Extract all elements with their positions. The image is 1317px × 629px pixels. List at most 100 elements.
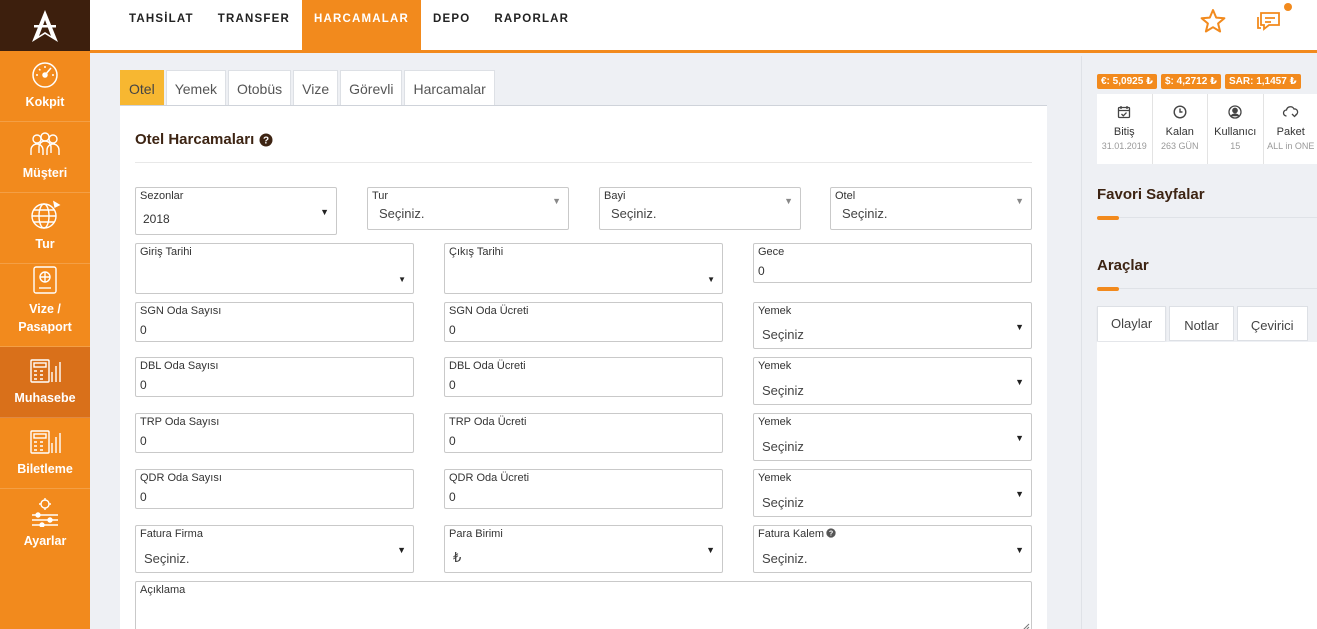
stat-label: Paket: [1276, 126, 1305, 138]
exchange-rates: €: 5,0925 ₺ $: 4,2712 ₺ SAR: 1,1457 ₺: [1097, 74, 1301, 89]
tab-otobus[interactable]: Otobüs: [227, 70, 292, 105]
fatura-firma-select[interactable]: Fatura Firma Seçiniz. ▼: [135, 525, 414, 573]
aciklama-textarea[interactable]: Açıklama: [135, 581, 1032, 629]
tab-gorevli[interactable]: Görevli: [340, 70, 403, 105]
clock-icon: [1173, 105, 1187, 119]
giris-tarihi-input[interactable]: Giriş Tarihi ▼: [135, 243, 414, 294]
sidebar-item-muhasebe[interactable]: Muhasebe: [0, 347, 90, 418]
field-value: Seçiniz.: [842, 206, 888, 221]
field-value: 0: [449, 490, 456, 504]
fatura-kalem-select[interactable]: Fatura Kalem? Seçiniz. ▼: [753, 525, 1032, 573]
messages-icon[interactable]: [1256, 9, 1282, 33]
sidebar-item-label: Ayarlar: [23, 534, 67, 549]
sidebar-item-label: Müşteri: [22, 166, 68, 181]
stat-value: ALL in ONE: [1267, 141, 1315, 151]
field-value: Seçiniz.: [762, 551, 808, 566]
stat-label: Kalan: [1165, 126, 1194, 138]
field-value: 0: [449, 323, 456, 337]
stat-bitis: Bitiş 31.01.2019: [1097, 94, 1153, 164]
trp-oda-ucreti-input[interactable]: TRP Oda Ücreti 0: [444, 413, 723, 453]
topnav-tahsilat[interactable]: TAHSİLAT: [117, 0, 206, 50]
speedometer-icon: [32, 62, 58, 88]
topnav-harcamalar[interactable]: HARCAMALAR: [301, 0, 422, 50]
tool-tabs: Olaylar Notlar Çevirici: [1097, 306, 1311, 341]
topnav-transfer[interactable]: TRANSFER: [206, 0, 302, 50]
svg-text:?: ?: [829, 530, 833, 538]
expense-tabs: Otel Yemek Otobüs Vize Görevli Harcamala…: [120, 70, 497, 106]
dropdown-arrow-icon: ▼: [397, 545, 406, 555]
dropdown-arrow-icon: ▼: [320, 207, 329, 217]
field-label: Para Birimi: [449, 528, 503, 540]
cloud-icon: [1282, 106, 1298, 118]
tur-select[interactable]: Tur Seçiniz. ▼: [367, 187, 569, 230]
bayi-select[interactable]: Bayi Seçiniz. ▼: [599, 187, 801, 230]
sidebar-item-tur[interactable]: Tur: [0, 193, 90, 264]
field-label: SGN Oda Ücreti: [449, 305, 529, 317]
sidebar-item-vize-pasaport[interactable]: Vize / Pasaport: [0, 264, 90, 347]
help-icon[interactable]: ?: [259, 133, 273, 147]
tab-yemek[interactable]: Yemek: [165, 70, 226, 105]
field-label: Fatura Firma: [140, 528, 203, 540]
tools-divider: [1097, 287, 1317, 291]
sgn-yemek-select[interactable]: Yemek Seçiniz ▼: [753, 302, 1032, 349]
field-value: ₺: [453, 550, 462, 565]
otel-select[interactable]: Otel Seçiniz. ▼: [830, 187, 1032, 230]
qdr-yemek-select[interactable]: Yemek Seçiniz ▼: [753, 469, 1032, 517]
ticketing-icon: [30, 430, 61, 454]
cikis-tarihi-input[interactable]: Çıkış Tarihi ▼: [444, 243, 723, 294]
dbl-oda-sayisi-input[interactable]: DBL Oda Sayısı 0: [135, 357, 414, 397]
dropdown-arrow-icon: ▼: [707, 275, 715, 284]
trp-yemek-select[interactable]: Yemek Seçiniz ▼: [753, 413, 1032, 461]
field-label: Yemek: [758, 360, 792, 372]
para-birimi-select[interactable]: Para Birimi ₺ ▼: [444, 525, 723, 573]
calendar-check-icon: [1118, 106, 1131, 119]
tool-tab-cevirici[interactable]: Çevirici: [1236, 306, 1308, 341]
field-label: SGN Oda Sayısı: [140, 305, 222, 317]
rate-eur: €: 5,0925 ₺: [1097, 74, 1157, 89]
field-label: DBL Oda Ücreti: [449, 360, 526, 372]
topnav-raporlar[interactable]: RAPORLAR: [482, 0, 581, 50]
notification-dot: [1284, 3, 1292, 11]
sidebar-item-musteri[interactable]: Müşteri: [0, 122, 90, 193]
trp-oda-sayisi-input[interactable]: TRP Oda Sayısı 0: [135, 413, 414, 453]
tab-otel[interactable]: Otel: [120, 70, 164, 105]
sidebar-item-kokpit[interactable]: Kokpit: [0, 51, 90, 122]
tab-harcamalar[interactable]: Harcamalar: [404, 70, 495, 105]
svg-text:?: ?: [263, 135, 269, 146]
resize-handle-icon[interactable]: [1022, 623, 1030, 629]
card-title: Otel Harcamaları ?: [135, 131, 273, 148]
field-label: Yemek: [758, 416, 792, 428]
qdr-oda-ucreti-input[interactable]: QDR Oda Ücreti 0: [444, 469, 723, 509]
field-label: TRP Oda Ücreti: [449, 416, 527, 428]
sidebar-item-label: Kokpit: [25, 95, 65, 110]
field-label: Yemek: [758, 305, 792, 317]
tool-tab-notlar[interactable]: Notlar: [1169, 306, 1234, 341]
field-value: Seçiniz.: [611, 206, 657, 221]
field-label: QDR Oda Sayısı: [140, 472, 222, 484]
dropdown-arrow-icon: ▼: [552, 196, 561, 206]
stat-label: Kullanıcı: [1214, 126, 1257, 138]
stat-kullanici: Kullanıcı 15: [1208, 94, 1264, 164]
help-icon[interactable]: ?: [826, 528, 836, 538]
star-icon[interactable]: [1200, 8, 1226, 34]
top-bar: TAHSİLAT TRANSFER HARCAMALAR DEPO RAPORL…: [90, 0, 1317, 53]
sgn-oda-ucreti-input[interactable]: SGN Oda Ücreti 0: [444, 302, 723, 342]
sidebar-item-biletleme[interactable]: Biletleme: [0, 418, 90, 489]
accounting-icon: [30, 359, 61, 383]
dbl-yemek-select[interactable]: Yemek Seçiniz ▼: [753, 357, 1032, 405]
logo[interactable]: [0, 0, 90, 51]
topnav-depo[interactable]: DEPO: [421, 0, 482, 50]
field-label: Gece: [758, 246, 785, 258]
qdr-oda-sayisi-input[interactable]: QDR Oda Sayısı 0: [135, 469, 414, 509]
globe-icon: [31, 200, 61, 229]
tool-tab-olaylar[interactable]: Olaylar: [1097, 306, 1167, 341]
sezonlar-select[interactable]: Sezonlar 2018 ▼: [135, 187, 337, 235]
divider-accent: [1097, 287, 1119, 291]
sidebar-item-ayarlar[interactable]: Ayarlar: [0, 489, 90, 560]
dbl-oda-ucreti-input[interactable]: DBL Oda Ücreti 0: [444, 357, 723, 397]
dropdown-arrow-icon: ▼: [1015, 196, 1024, 206]
favorites-heading: Favori Sayfalar: [1097, 186, 1205, 203]
tab-vize[interactable]: Vize: [293, 70, 339, 105]
gece-input[interactable]: Gece 0: [753, 243, 1032, 283]
sgn-oda-sayisi-input[interactable]: SGN Oda Sayısı 0: [135, 302, 414, 342]
